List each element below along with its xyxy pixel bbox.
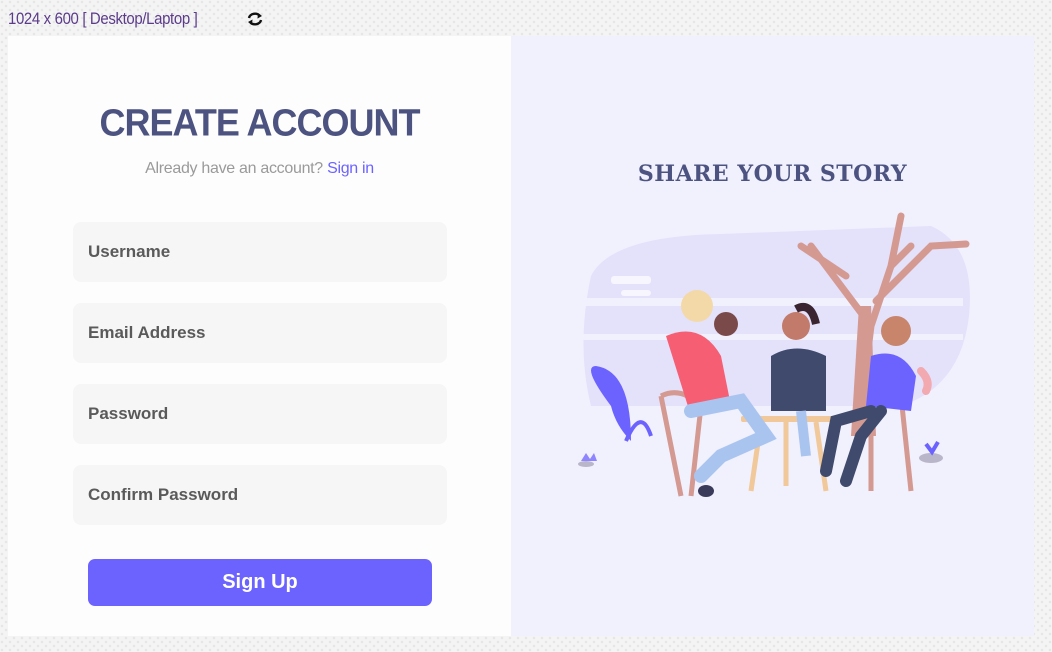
share-title: SHARE YOUR STORY <box>637 161 908 187</box>
device-size-label: 1024 x 600 [ Desktop/Laptop ] <box>8 9 198 28</box>
signup-button[interactable]: Sign Up <box>88 559 432 606</box>
device-frame: CREATE ACCOUNT Already have an account? … <box>8 36 1034 636</box>
rotate-icon[interactable] <box>245 9 265 29</box>
device-toolbar: 1024 x 600 [ Desktop/Laptop ] <box>8 6 265 32</box>
people-at-table-illustration <box>578 212 970 497</box>
page-title: CREATE ACCOUNT <box>99 100 421 144</box>
signin-prompt-text: Already have an account? <box>145 160 323 177</box>
illustration-panel: SHARE YOUR STORY <box>511 36 1034 636</box>
signin-link[interactable]: Sign in <box>327 160 374 177</box>
password-input[interactable] <box>73 384 447 444</box>
email-input[interactable] <box>73 303 447 363</box>
signup-panel: CREATE ACCOUNT Already have an account? … <box>8 36 511 636</box>
username-input[interactable] <box>73 222 447 282</box>
confirm-password-input[interactable] <box>73 465 447 525</box>
signin-prompt: Already have an account? Sign in <box>8 160 511 178</box>
